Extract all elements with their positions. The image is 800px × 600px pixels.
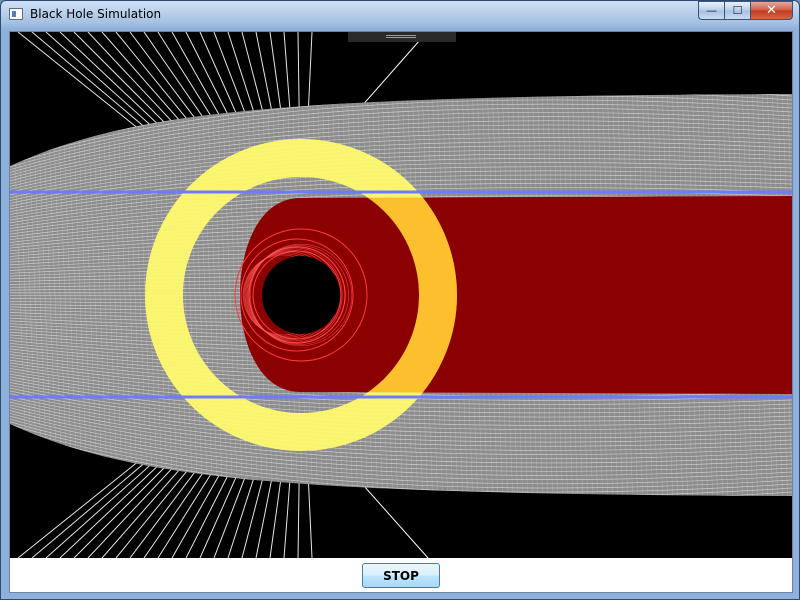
close-icon: ✕ <box>766 3 777 18</box>
title-bar[interactable]: Black Hole Simulation — ☐ ✕ <box>1 1 799 30</box>
stop-button[interactable]: STOP <box>362 563 440 588</box>
simulation-drawing <box>10 32 792 558</box>
app-icon <box>9 8 23 20</box>
application-window: Black Hole Simulation — ☐ ✕ STOP <box>0 0 800 600</box>
minimize-icon: — <box>706 4 717 17</box>
event-horizon <box>262 256 340 334</box>
maximize-button[interactable]: ☐ <box>724 1 750 20</box>
minimize-button[interactable]: — <box>698 1 724 20</box>
client-area: STOP <box>9 31 793 593</box>
window-controls: — ☐ ✕ <box>698 1 793 21</box>
window-title: Black Hole Simulation <box>30 7 162 21</box>
maximize-icon: ☐ <box>732 4 743 17</box>
simulation-canvas[interactable] <box>10 32 792 558</box>
grip-line <box>386 35 416 36</box>
close-button[interactable]: ✕ <box>750 1 793 20</box>
canvas-grip-handle[interactable] <box>348 32 456 42</box>
grip-line <box>386 37 416 38</box>
